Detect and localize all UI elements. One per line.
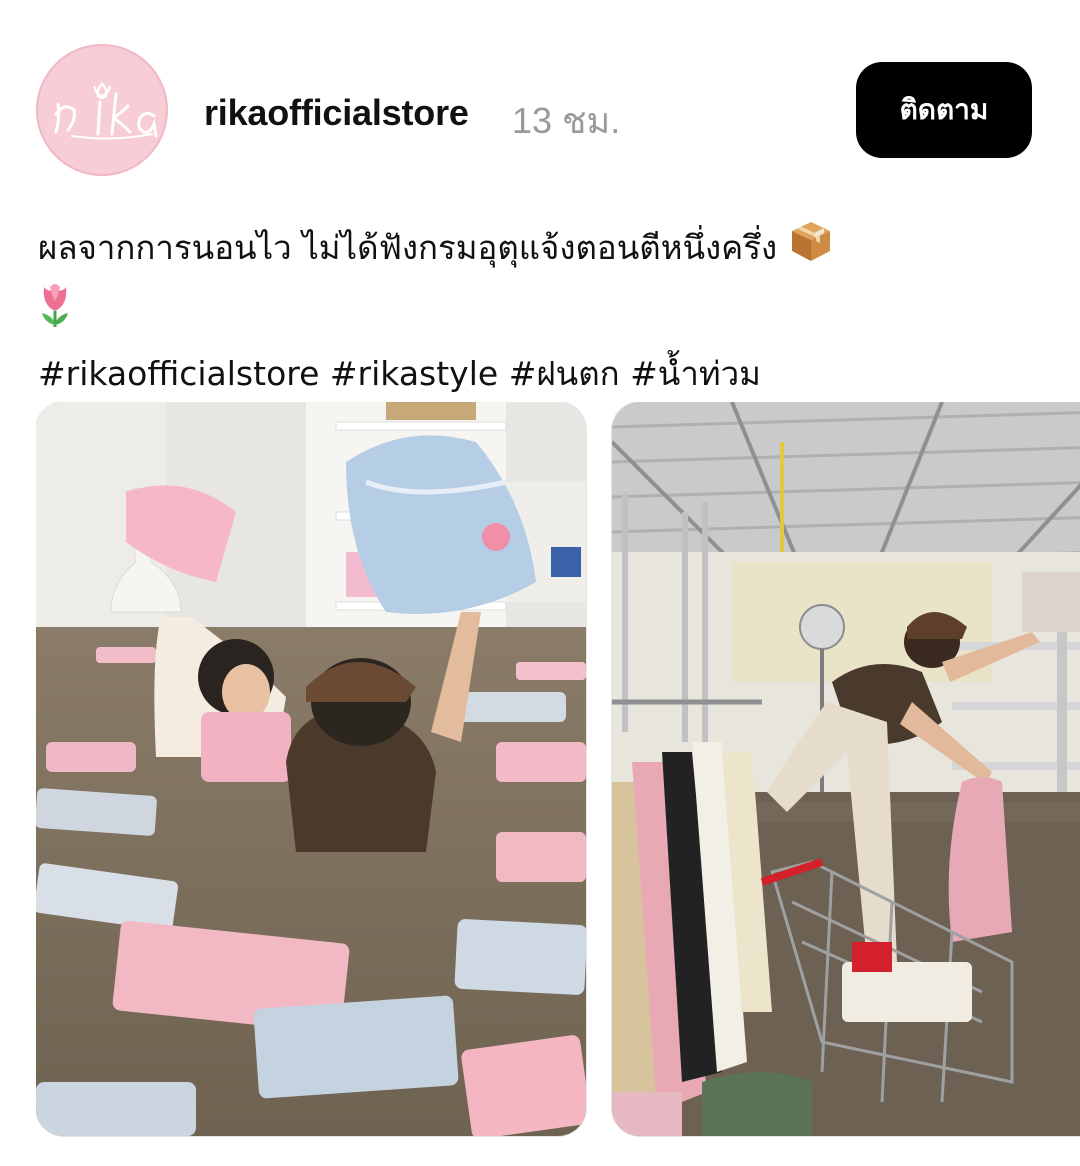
caption-line-2 — [38, 281, 1048, 346]
hashtag-rikaofficialstore[interactable]: #rikaofficialstore — [38, 354, 319, 393]
caption-text: ผลจากการนอนไว ไม่ได้ฟังกรมอุตุแจ้งตอนตีห… — [38, 228, 778, 267]
hashtag-rikastyle[interactable]: #rikastyle — [330, 354, 498, 393]
follow-button[interactable]: ติดตาม — [856, 62, 1032, 158]
caption-hashtags: #rikaofficialstore #rikastyle #ฝนตก #น้ำ… — [38, 346, 1048, 402]
post-timestamp: 13 ชม. — [512, 100, 621, 141]
media-carousel[interactable] — [36, 402, 1080, 1138]
tulip-icon — [38, 281, 72, 346]
flooded-warehouse-photo[interactable] — [612, 402, 1080, 1136]
package-icon — [788, 218, 834, 281]
hashtag-rain[interactable]: #ฝนตก — [509, 354, 620, 393]
flooded-store-photo[interactable] — [36, 402, 586, 1136]
username[interactable]: rikaofficialstore — [204, 92, 469, 134]
rika-logo — [54, 82, 158, 140]
caption-line-1: ผลจากการนอนไว ไม่ได้ฟังกรมอุตุแจ้งตอนตีห… — [38, 218, 1048, 281]
hashtag-flood[interactable]: #น้ำท่วม — [630, 354, 761, 393]
avatar[interactable] — [36, 44, 168, 176]
post-caption: ผลจากการนอนไว ไม่ได้ฟังกรมอุตุแจ้งตอนตีห… — [38, 218, 1048, 402]
